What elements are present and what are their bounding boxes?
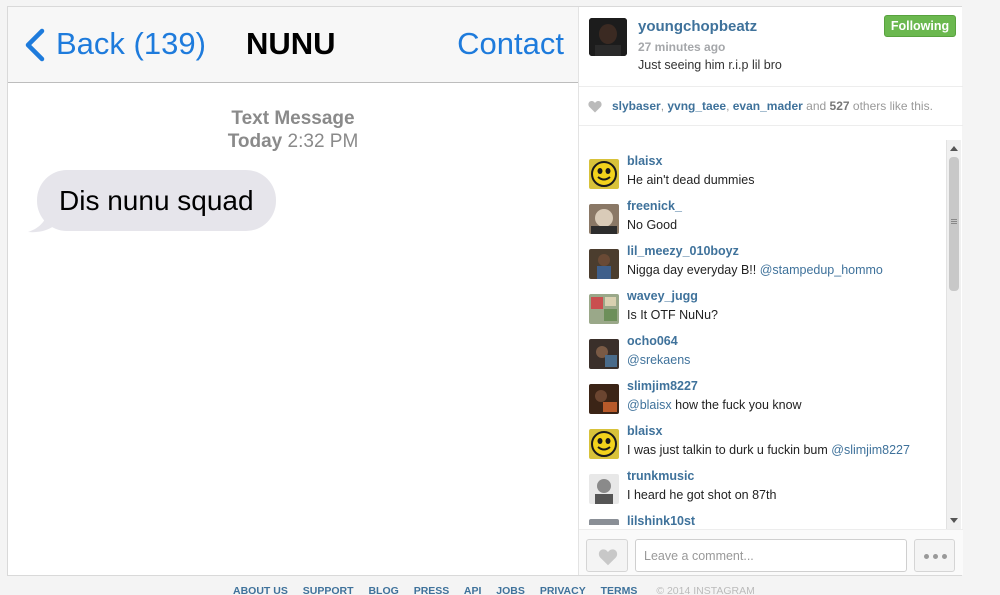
comment-username[interactable]: freenick_ bbox=[627, 199, 682, 213]
comment-text: @blaisx how the fuck you know bbox=[627, 398, 802, 412]
scrollbar-thumb[interactable] bbox=[949, 157, 959, 291]
comment-item: lilshink10st bbox=[589, 514, 939, 525]
footer-link-jobs[interactable]: JOBS bbox=[496, 585, 525, 595]
liker-username[interactable]: slybaser bbox=[612, 99, 661, 113]
liker-username[interactable]: evan_mader bbox=[733, 99, 803, 113]
grip-icon bbox=[951, 219, 957, 220]
commenter-avatar[interactable] bbox=[589, 249, 619, 279]
comment-item: trunkmusic I heard he got shot on 87th bbox=[589, 469, 939, 511]
message-bubble: Dis nunu squad bbox=[37, 170, 276, 231]
comment-body: Is It OTF NuNu? bbox=[627, 308, 718, 322]
timestamp-label: Text Message bbox=[231, 108, 355, 129]
scroll-down-icon[interactable] bbox=[950, 518, 958, 523]
comment-body: I heard he got shot on 87th bbox=[627, 488, 777, 502]
more-dots-icon bbox=[942, 554, 947, 559]
back-label: Back (139) bbox=[56, 26, 206, 61]
comment-text: I heard he got shot on 87th bbox=[627, 488, 776, 502]
more-dots-icon bbox=[933, 554, 938, 559]
likes-and: and bbox=[806, 99, 827, 113]
commenter-avatar[interactable] bbox=[589, 204, 619, 234]
comment-mention[interactable]: @blaisx bbox=[627, 398, 672, 412]
heart-icon bbox=[598, 549, 618, 566]
footer-link-support[interactable]: SUPPORT bbox=[303, 585, 354, 595]
back-chevron-icon bbox=[25, 28, 45, 62]
comment-mention[interactable]: @slimjim8227 bbox=[831, 443, 910, 457]
comment-username[interactable]: trunkmusic bbox=[627, 469, 694, 483]
comment-username[interactable]: slimjim8227 bbox=[627, 379, 698, 393]
comment-input[interactable] bbox=[635, 539, 907, 572]
comment-item: wavey_jugg Is It OTF NuNu? bbox=[589, 289, 939, 331]
footer-link-privacy[interactable]: PRIVACY bbox=[540, 585, 586, 595]
site-footer: ABOUT US SUPPORT BLOG PRESS API JOBS PRI… bbox=[233, 585, 767, 595]
commenter-avatar[interactable] bbox=[589, 339, 619, 369]
comment-scrollbar[interactable] bbox=[946, 140, 961, 529]
like-button[interactable] bbox=[586, 539, 628, 572]
comment-item: freenick_ No Good bbox=[589, 199, 939, 241]
likes-row: slybaser, yvng_taee, evan_mader and 527 … bbox=[579, 88, 963, 126]
scroll-up-icon[interactable] bbox=[950, 146, 958, 151]
comment-item: ocho064 @srekaens bbox=[589, 334, 939, 376]
post-caption: Just seeing him r.i.p lil bro bbox=[638, 58, 782, 72]
timestamp: Today 2:32 PM bbox=[8, 131, 578, 153]
comment-list: blaisx He ain't dead dummies freenick_ N… bbox=[579, 142, 945, 525]
more-dots-icon bbox=[924, 554, 929, 559]
comment-username[interactable]: blaisx bbox=[627, 154, 662, 168]
more-options-button[interactable] bbox=[914, 539, 955, 572]
comment-body: He ain't dead dummies bbox=[627, 173, 755, 187]
footer-link-blog[interactable]: BLOG bbox=[368, 585, 398, 595]
owner-avatar[interactable] bbox=[589, 18, 627, 56]
conversation-title: NUNU bbox=[246, 26, 336, 61]
post-sidebar: youngchopbeatz 27 minutes ago Just seein… bbox=[578, 7, 963, 575]
commenter-avatar[interactable] bbox=[589, 429, 619, 459]
footer-link-about[interactable]: ABOUT US bbox=[233, 585, 288, 595]
following-button[interactable]: Following bbox=[884, 15, 956, 37]
likes-text: slybaser, yvng_taee, evan_mader and 527 … bbox=[612, 99, 933, 113]
footer-link-terms[interactable]: TERMS bbox=[601, 585, 638, 595]
comment-item: blaisx He ain't dead dummies bbox=[589, 154, 939, 196]
comment-item: lil_meezy_010boyz Nigga day everyday B!!… bbox=[589, 244, 939, 286]
post-header: youngchopbeatz 27 minutes ago Just seein… bbox=[579, 7, 963, 87]
comment-text: @srekaens bbox=[627, 353, 690, 367]
comment-username[interactable]: blaisx bbox=[627, 424, 662, 438]
footer-link-press[interactable]: PRESS bbox=[414, 585, 450, 595]
comment-username[interactable]: ocho064 bbox=[627, 334, 678, 348]
comment-item: blaisx I was just talkin to durk u fucki… bbox=[589, 424, 939, 466]
heart-icon bbox=[588, 100, 602, 113]
comment-text: I was just talkin to durk u fuckin bum @… bbox=[627, 443, 910, 457]
photo: Back (139) NUNU Contact Text Message Tod… bbox=[8, 7, 578, 575]
comment-username[interactable]: lil_meezy_010boyz bbox=[627, 244, 739, 258]
comment-mention[interactable]: @srekaens bbox=[627, 353, 690, 367]
comment-text: Is It OTF NuNu? bbox=[627, 308, 718, 322]
commenter-avatar[interactable] bbox=[589, 384, 619, 414]
comment-text: Nigga day everyday B!! @stampedup_hommo bbox=[627, 263, 883, 277]
comment-item: slimjim8227 @blaisx how the fuck you kno… bbox=[589, 379, 939, 421]
contact-label: Contact bbox=[457, 26, 564, 61]
footer-link-api[interactable]: API bbox=[464, 585, 482, 595]
comment-form bbox=[579, 529, 963, 575]
timestamp-day: Today bbox=[227, 131, 283, 152]
instagram-photo-page: Back (139) NUNU Contact Text Message Tod… bbox=[7, 6, 963, 576]
likes-count[interactable]: 527 bbox=[830, 99, 850, 113]
comment-mention[interactable]: @stampedup_hommo bbox=[760, 263, 883, 277]
timestamp-time: 2:32 PM bbox=[287, 131, 359, 152]
footer-copyright: © 2014 INSTAGRAM bbox=[656, 585, 755, 595]
commenter-avatar[interactable] bbox=[589, 159, 619, 189]
imessage-nav-bar: Back (139) NUNU Contact bbox=[8, 7, 578, 83]
comment-username[interactable]: lilshink10st bbox=[627, 514, 695, 525]
owner-username[interactable]: youngchopbeatz bbox=[638, 18, 757, 35]
likes-suffix: others like this. bbox=[852, 99, 933, 113]
comment-username[interactable]: wavey_jugg bbox=[627, 289, 698, 303]
comment-body: how the fuck you know bbox=[671, 398, 802, 412]
post-time[interactable]: 27 minutes ago bbox=[638, 40, 725, 54]
comment-text: No Good bbox=[627, 218, 677, 232]
comment-body: I was just talkin to durk u fuckin bum bbox=[627, 443, 832, 457]
liker-username[interactable]: yvng_taee bbox=[667, 99, 726, 113]
comment-body: Nigga day everyday B!! bbox=[627, 263, 760, 277]
commenter-avatar[interactable] bbox=[589, 474, 619, 504]
comment-text: He ain't dead dummies bbox=[627, 173, 754, 187]
commenter-avatar[interactable] bbox=[589, 294, 619, 324]
commenter-avatar[interactable] bbox=[589, 519, 619, 525]
comment-body: No Good bbox=[627, 218, 678, 232]
